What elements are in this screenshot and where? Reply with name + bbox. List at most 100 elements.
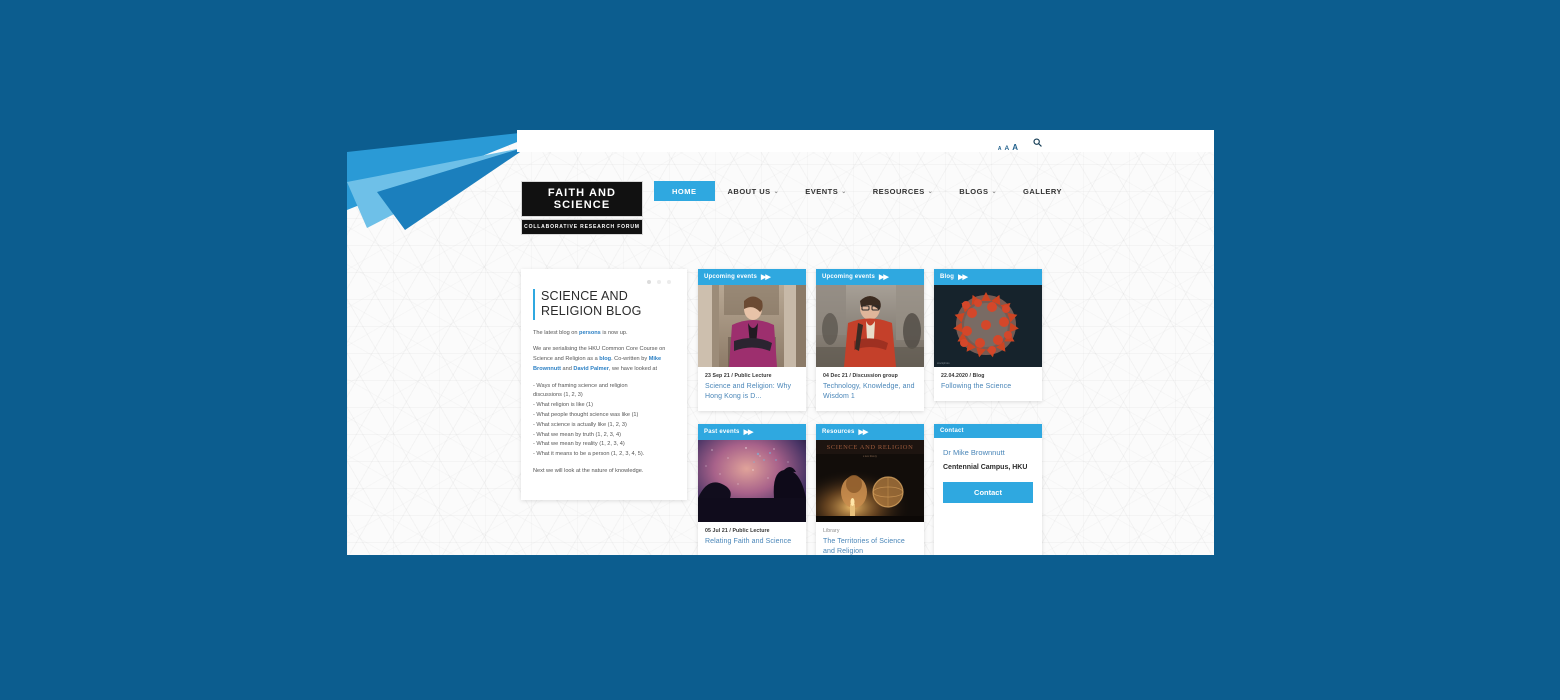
card-caption-bar: Upcoming events ▶▶: [698, 269, 806, 285]
nav-label: EVENTS: [805, 186, 839, 196]
intro-text-a: The latest blog on: [533, 329, 580, 336]
card-meta: 23 Sep 21 / Public Lecture: [705, 373, 772, 379]
card-title[interactable]: Technology, Knowledge, and Wisdom 1: [823, 382, 917, 402]
card-meta: 22.04.2020 / Blog: [941, 373, 985, 379]
card-thumbnail-image: SCIENCE AND RELIGION a new history: [816, 440, 924, 522]
card-meta: Library: [823, 528, 840, 534]
blog-topic-list: - Ways of framing science and religion d…: [533, 382, 675, 460]
slider-dot-1[interactable]: [647, 280, 651, 284]
svg-text:stockphoto: stockphoto: [937, 361, 950, 365]
list-item: discussions (1, 2, 3): [533, 392, 583, 399]
card-caption-label: Blog: [940, 274, 955, 280]
card-caption-bar: Upcoming events ▶▶: [816, 269, 924, 285]
main-navigation: HOME ABOUT US ⌄ EVENTS ⌄ RESOURCES ⌄ BLO…: [654, 181, 1075, 201]
chevron-down-icon: ⌄: [773, 188, 780, 195]
card-meta: 04 Dec 21 / Discussion group: [823, 373, 898, 379]
card-thumbnail-image: [698, 285, 806, 367]
page-title: SCIENCE AND RELIGION BLOG: [533, 289, 675, 320]
card-title[interactable]: Following the Science: [941, 382, 1035, 392]
blog-intro-paragraph: The latest blog on persons is now up.: [533, 329, 675, 339]
slider-dot-2[interactable]: [657, 280, 661, 284]
card-upcoming-event-1[interactable]: Upcoming events ▶▶ 23 Sep 21 / Public Le…: [698, 269, 806, 412]
list-item: - Ways of framing science and religion: [533, 382, 628, 389]
list-item: - What it means to be a person (1, 2, 3,…: [533, 451, 645, 458]
slider-dot-3[interactable]: [667, 280, 671, 284]
slider-dots[interactable]: [533, 280, 671, 284]
chevron-down-icon: ⌄: [991, 188, 997, 195]
card-title[interactable]: Science and Religion: Why Hong Kong is D…: [705, 382, 799, 402]
font-size-small-button[interactable]: A: [998, 147, 1002, 152]
card-caption-label: Contact: [940, 428, 964, 434]
contact-button[interactable]: Contact: [943, 482, 1033, 503]
font-size-large-button[interactable]: A: [1012, 144, 1018, 152]
chevron-down-icon: ⌄: [927, 188, 934, 195]
font-size-medium-button[interactable]: A: [1005, 145, 1010, 153]
double-arrow-icon: ▶▶: [958, 274, 968, 281]
card-resources[interactable]: Resources ▶▶ SCIENCE AND RELIGION a new …: [816, 424, 924, 567]
para2-text-b: . Co-written by: [611, 356, 649, 363]
nav-label: BLOGS: [959, 186, 989, 196]
card-thumbnail-image: [816, 285, 924, 367]
nav-item-blogs[interactable]: BLOGS ⌄: [946, 181, 1010, 201]
list-item: - What we mean by truth (1, 2, 3, 4): [533, 431, 621, 438]
blog-closing-paragraph: Next we will look at the nature of knowl…: [533, 467, 644, 474]
contact-body: Dr Mike Brownnutt Centennial Campus, HKU…: [934, 438, 1042, 513]
card-thumbnail-image: [698, 440, 806, 522]
nav-item-gallery[interactable]: GALLERY: [1010, 181, 1075, 201]
card-caption-label: Upcoming events: [704, 274, 758, 280]
utility-controls: A A A: [998, 134, 1042, 152]
nav-item-about-us[interactable]: ABOUT US ⌄: [715, 181, 793, 201]
double-arrow-icon: ▶▶: [879, 274, 889, 281]
card-body: 05 Jul 21 / Public Lecture Relating Fait…: [698, 522, 806, 556]
card-caption-label: Upcoming events: [822, 274, 876, 280]
card-caption-bar: Contact: [934, 424, 1042, 438]
card-thumbnail-image: stockphoto: [934, 285, 1042, 367]
para2-text-d: , we have looked at: [608, 365, 658, 372]
intro-text-b: is now up.: [600, 329, 628, 336]
card-meta: 05 Jul 21 / Public Lecture: [705, 528, 770, 534]
card-title[interactable]: Relating Faith and Science: [705, 537, 799, 547]
science-and-religion-blog-panel: SCIENCE AND RELIGION BLOG The latest blo…: [521, 269, 687, 500]
double-arrow-icon: ▶▶: [858, 429, 868, 436]
logo-primary-text: FAITH AND SCIENCE: [521, 181, 643, 217]
nav-item-home[interactable]: HOME: [654, 181, 715, 201]
card-caption-bar: Resources ▶▶: [816, 424, 924, 440]
blog-body-text: The latest blog on persons is now up. We…: [533, 329, 675, 477]
card-caption-label: Past events: [704, 429, 740, 435]
card-upcoming-event-2[interactable]: Upcoming events ▶▶ 04 Dec 21 / Discussio…: [816, 269, 924, 412]
nav-item-resources[interactable]: RESOURCES ⌄: [860, 181, 947, 201]
list-item: - What religion is like (1): [533, 402, 593, 409]
search-icon[interactable]: [1033, 134, 1042, 152]
persons-link[interactable]: persons: [579, 330, 601, 336]
nav-label: ABOUT US: [727, 186, 771, 196]
double-arrow-icon: ▶▶: [743, 429, 754, 436]
footer-strip: [347, 555, 1214, 570]
chevron-down-icon: ⌄: [841, 188, 847, 195]
david-palmer-link[interactable]: David Palmer: [573, 366, 608, 372]
contact-address: Centennial Campus, HKU: [943, 464, 1028, 471]
site-logo[interactable]: FAITH AND SCIENCE COLLABORATIVE RESEARCH…: [521, 181, 643, 235]
card-body: 23 Sep 21 / Public Lecture Science and R…: [698, 367, 806, 411]
nav-label: GALLERY: [1023, 186, 1063, 196]
site-header: FAITH AND SCIENCE COLLABORATIVE RESEARCH…: [347, 152, 1214, 235]
nav-item-events[interactable]: EVENTS ⌄: [792, 181, 860, 201]
card-body: 22.04.2020 / Blog Following the Science: [934, 367, 1042, 401]
card-contact: Contact Dr Mike Brownnutt Centennial Cam…: [934, 424, 1042, 564]
card-past-event[interactable]: Past events ▶▶ 05 Jul 21 / Public Lectur…: [698, 424, 806, 557]
logo-secondary-text: COLLABORATIVE RESEARCH FORUM: [521, 219, 643, 235]
list-item: - What we mean by reality (1, 2, 3, 4): [533, 441, 625, 448]
card-blog[interactable]: Blog ▶▶ stockphoto 22.04.2020 / Blog Fol…: [934, 269, 1042, 402]
topbar-background: [517, 130, 1214, 152]
svg-text:SCIENCE AND RELIGION: SCIENCE AND RELIGION: [827, 444, 914, 451]
top-utility-bar: A A A: [347, 130, 1214, 152]
card-body: 04 Dec 21 / Discussion group Technology,…: [816, 367, 924, 411]
card-caption-bar: Past events ▶▶: [698, 424, 806, 440]
nav-label: RESOURCES: [872, 186, 925, 196]
double-arrow-icon: ▶▶: [761, 274, 771, 281]
contact-name[interactable]: Dr Mike Brownnutt: [943, 448, 1033, 457]
list-item: - What science is actually like (1, 2, 3…: [533, 421, 627, 428]
website-page-frame: A A A FAITH AND SCIENCE COLLABORATIVE RE…: [347, 130, 1214, 570]
blog-second-paragraph: We are serialising the HKU Common Core C…: [533, 345, 675, 374]
para2-text-c: and: [560, 365, 574, 372]
blog-link[interactable]: blog: [599, 356, 611, 362]
